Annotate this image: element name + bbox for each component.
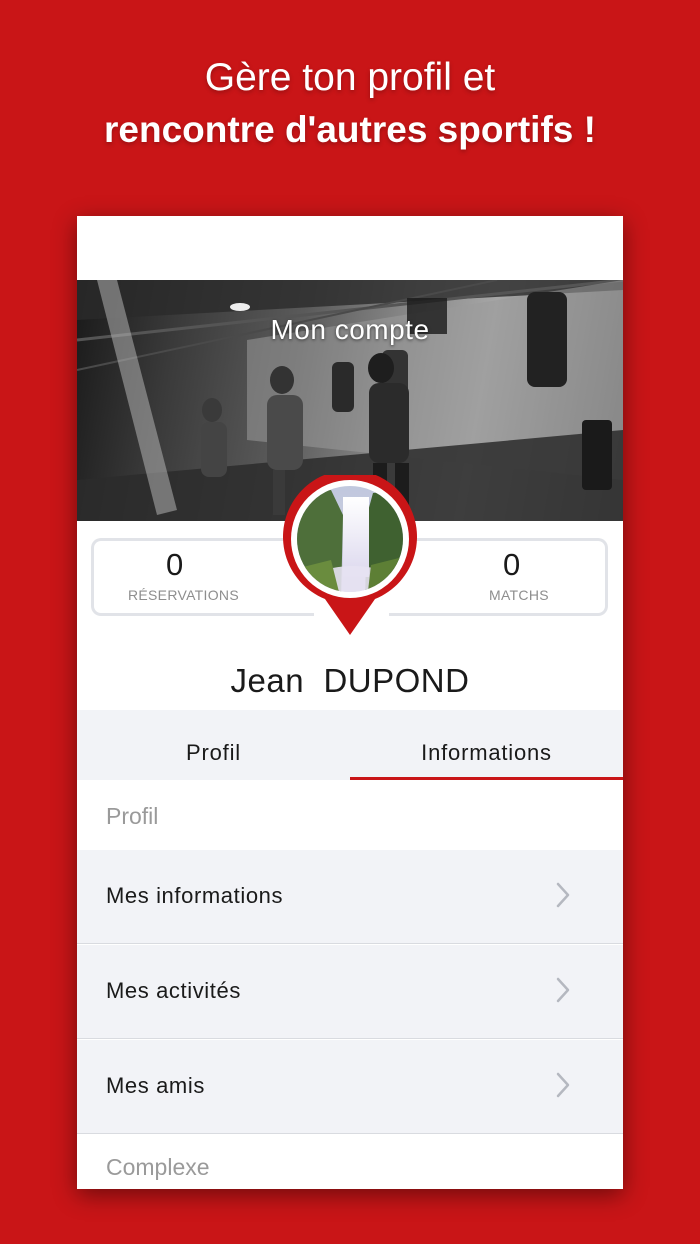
- promo-headline: Gère ton profil et rencontre d'autres sp…: [0, 52, 700, 156]
- reservations-label: RÉSERVATIONS: [128, 587, 239, 603]
- section-header-profil: Profil: [77, 780, 623, 850]
- menu-item-mes-activites[interactable]: Mes activités: [77, 945, 623, 1039]
- user-name: Jean DUPOND: [230, 662, 470, 699]
- tab-profil[interactable]: Profil: [77, 710, 350, 780]
- chevron-right-icon: [556, 977, 570, 1003]
- chevron-right-icon: [556, 882, 570, 908]
- matchs-label: MATCHS: [489, 587, 549, 603]
- section-header-complexe: Complexe: [77, 1134, 623, 1189]
- menu-item-mes-informations[interactable]: Mes informations: [77, 850, 623, 944]
- avatar[interactable]: [281, 475, 419, 639]
- menu-item-label: Mes informations: [106, 883, 284, 908]
- headline-line-2: rencontre d'autres sportifs !: [104, 109, 596, 150]
- menu-item-label: Mes activités: [106, 978, 241, 1003]
- menu-item-mes-amis[interactable]: Mes amis: [77, 1040, 623, 1134]
- phone-screen: Mon compte 0 RÉSERVATIONS 0 MATCHS Jean …: [77, 216, 623, 1189]
- menu-item-label: Mes amis: [106, 1073, 205, 1098]
- page-title: Mon compte: [270, 314, 430, 345]
- reservations-count: 0: [166, 547, 184, 582]
- headline-line-1: Gère ton profil et: [204, 56, 496, 99]
- chevron-right-icon: [556, 1072, 570, 1098]
- matchs-stat[interactable]: 0 MATCHS: [389, 538, 608, 616]
- tab-informations[interactable]: Informations: [350, 710, 623, 780]
- tab-bar: Profil Informations: [77, 710, 623, 780]
- status-bar: [77, 216, 623, 280]
- matchs-count: 0: [503, 547, 521, 582]
